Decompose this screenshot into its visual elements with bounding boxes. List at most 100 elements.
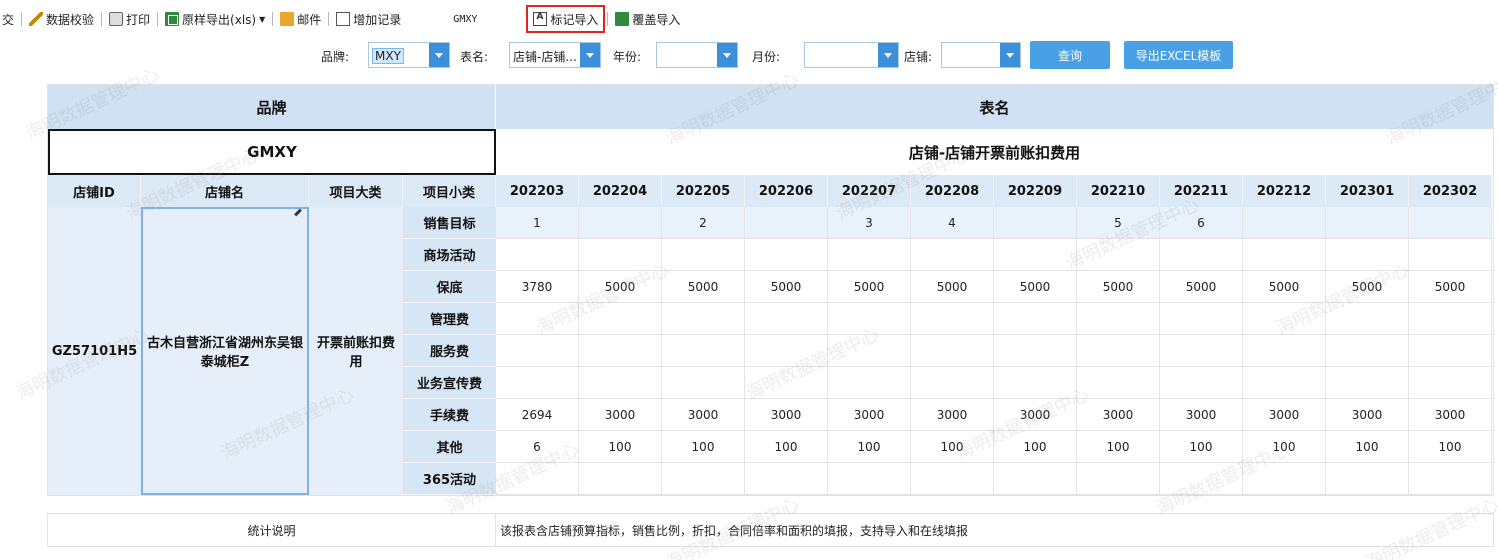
data-cell[interactable]: 3000 (745, 399, 828, 431)
data-cell[interactable]: 5000 (911, 271, 994, 303)
data-cell[interactable]: 100 (1243, 431, 1326, 463)
data-cell[interactable]: 5000 (1160, 271, 1243, 303)
data-cell[interactable]: 3000 (828, 399, 911, 431)
year-select[interactable] (656, 42, 738, 68)
data-cell[interactable]: 5000 (994, 271, 1077, 303)
data-cell[interactable] (1326, 207, 1409, 239)
data-cell[interactable] (994, 335, 1077, 367)
data-cell[interactable] (1160, 463, 1243, 495)
data-cell[interactable]: 5000 (745, 271, 828, 303)
data-cell[interactable]: 3000 (1409, 399, 1492, 431)
store-name-cell[interactable]: 古木自营浙江省湖州东吴银泰城柜Z (141, 207, 309, 495)
data-cell[interactable] (994, 463, 1077, 495)
chevron-down-icon[interactable]: ▼ (259, 15, 265, 24)
data-cell[interactable]: 6 (1160, 207, 1243, 239)
data-cell[interactable] (828, 335, 911, 367)
data-cell[interactable] (745, 463, 828, 495)
chevron-down-icon[interactable] (717, 43, 737, 67)
data-cell[interactable] (911, 335, 994, 367)
data-cell[interactable] (1077, 463, 1160, 495)
cover-import-button[interactable]: 覆盖导入 (613, 8, 682, 30)
toolbar-item-submit[interactable]: 交 (0, 8, 16, 30)
month-select[interactable] (804, 42, 899, 68)
data-cell[interactable] (662, 463, 745, 495)
data-cell[interactable] (994, 303, 1077, 335)
data-cell[interactable] (745, 303, 828, 335)
data-cell[interactable] (662, 335, 745, 367)
data-cell[interactable]: 5000 (1409, 271, 1492, 303)
pencil-icon[interactable] (294, 208, 302, 217)
mark-import-button[interactable]: 标记导入 (526, 5, 606, 33)
data-cell[interactable] (579, 303, 662, 335)
data-cell[interactable] (745, 207, 828, 239)
data-cell[interactable]: 100 (911, 431, 994, 463)
data-cell[interactable] (1160, 335, 1243, 367)
data-cell[interactable] (828, 303, 911, 335)
data-cell[interactable] (1077, 335, 1160, 367)
data-cell[interactable]: 5000 (1326, 271, 1409, 303)
data-cell[interactable] (1243, 239, 1326, 271)
data-cell[interactable] (1409, 239, 1492, 271)
data-cell[interactable] (828, 463, 911, 495)
data-cell[interactable] (496, 239, 579, 271)
data-cell[interactable] (496, 367, 579, 399)
data-cell[interactable] (1077, 239, 1160, 271)
data-cell[interactable] (1409, 207, 1492, 239)
data-cell[interactable] (579, 207, 662, 239)
data-cell[interactable] (1243, 303, 1326, 335)
data-cell[interactable] (994, 207, 1077, 239)
export-xls-button[interactable]: 原样导出(xls) ▼ (163, 8, 267, 30)
data-cell[interactable]: 5000 (662, 271, 745, 303)
data-cell[interactable] (496, 463, 579, 495)
data-cell[interactable]: 5000 (1243, 271, 1326, 303)
data-cell[interactable]: 3000 (911, 399, 994, 431)
data-cell[interactable]: 5 (1077, 207, 1160, 239)
data-cell[interactable] (579, 367, 662, 399)
export-excel-template-button[interactable]: 导出EXCEL模板 (1124, 41, 1233, 69)
chevron-down-icon[interactable] (1000, 43, 1020, 67)
data-cell[interactable]: 100 (1077, 431, 1160, 463)
data-cell[interactable]: 3000 (1243, 399, 1326, 431)
data-cell[interactable] (662, 303, 745, 335)
data-cell[interactable] (828, 239, 911, 271)
data-cell[interactable]: 100 (662, 431, 745, 463)
chevron-down-icon[interactable] (580, 43, 600, 67)
data-cell[interactable] (1326, 303, 1409, 335)
data-cell[interactable]: 4 (911, 207, 994, 239)
data-cell[interactable]: 5000 (579, 271, 662, 303)
data-cell[interactable]: 2 (662, 207, 745, 239)
data-cell[interactable] (1077, 303, 1160, 335)
data-cell[interactable]: 3000 (579, 399, 662, 431)
data-cell[interactable] (911, 303, 994, 335)
data-cell[interactable]: 5000 (828, 271, 911, 303)
data-cell[interactable] (745, 239, 828, 271)
data-cell[interactable]: 3 (828, 207, 911, 239)
data-cell[interactable] (662, 367, 745, 399)
data-cell[interactable]: 3780 (496, 271, 579, 303)
data-cell[interactable]: 2694 (496, 399, 579, 431)
data-cell[interactable]: 3000 (994, 399, 1077, 431)
data-cell[interactable] (911, 367, 994, 399)
data-cell[interactable]: 100 (1160, 431, 1243, 463)
data-cell[interactable]: 100 (579, 431, 662, 463)
data-cell[interactable] (1243, 463, 1326, 495)
chevron-down-icon[interactable] (429, 43, 449, 67)
chevron-down-icon[interactable] (878, 43, 898, 67)
data-cell[interactable]: 1 (496, 207, 579, 239)
data-cell[interactable]: 100 (745, 431, 828, 463)
data-cell[interactable] (1077, 367, 1160, 399)
table-select[interactable]: 店铺-店铺... (509, 42, 601, 68)
data-cell[interactable] (496, 303, 579, 335)
data-cell[interactable] (1326, 239, 1409, 271)
data-cell[interactable]: 3000 (1326, 399, 1409, 431)
query-button[interactable]: 查询 (1030, 41, 1110, 69)
data-cell[interactable] (994, 239, 1077, 271)
data-cell[interactable] (1326, 335, 1409, 367)
data-cell[interactable] (1243, 335, 1326, 367)
data-cell[interactable]: 100 (994, 431, 1077, 463)
data-cell[interactable]: 3000 (662, 399, 745, 431)
data-cell[interactable] (745, 367, 828, 399)
data-cell[interactable] (1409, 367, 1492, 399)
data-cell[interactable]: 3000 (1077, 399, 1160, 431)
data-cell[interactable] (662, 239, 745, 271)
